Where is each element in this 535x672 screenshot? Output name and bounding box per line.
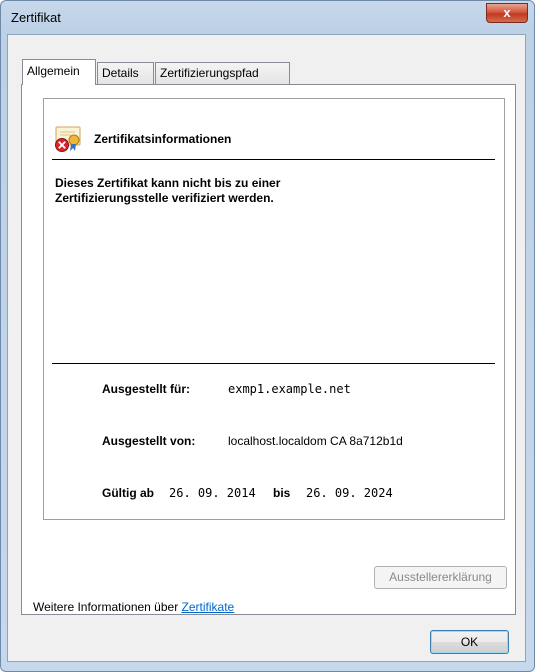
divider-bottom <box>52 363 495 364</box>
issued-by-label: Ausgestellt von: <box>102 434 196 448</box>
certificates-link[interactable]: Zertifikate <box>182 600 235 614</box>
tab-zertifizierungspfad[interactable]: Zertifizierungspfad <box>155 62 290 84</box>
certificate-info-box: Zertifikatsinformationen Dieses Zertifik… <box>43 98 505 520</box>
tab-details[interactable]: Details <box>97 62 154 84</box>
valid-from-value: 26. 09. 2014 <box>169 486 256 500</box>
valid-to-label: bis <box>273 486 291 500</box>
more-info-text: Weitere Informationen über Zertifikate <box>33 600 234 614</box>
issuer-statement-button[interactable]: Ausstellererklärung <box>374 566 507 589</box>
issued-by-value: localhost.localdom CA 8a712b1d <box>228 434 403 448</box>
issued-to-value: exmp1.example.net <box>228 382 351 396</box>
certificate-info-heading: Zertifikatsinformationen <box>94 132 232 146</box>
warning-text-line1: Dieses Zertifikat kann nicht bis zu eine… <box>55 176 281 190</box>
close-button[interactable]: x <box>486 3 528 23</box>
divider-top <box>52 159 495 160</box>
tab-allgemein[interactable]: Allgemein <box>22 59 96 85</box>
valid-to-value: 26. 09. 2024 <box>306 486 393 500</box>
more-info-label: Weitere Informationen über <box>33 600 182 614</box>
warning-text-line2: Zertifizierungsstelle verifiziert werden… <box>55 191 274 205</box>
dialog-body: Allgemein Details Zertifizierungspfad Ze… <box>7 34 526 662</box>
title-bar[interactable]: Zertifikat x <box>1 1 534 35</box>
issued-to-label: Ausgestellt für: <box>102 382 191 396</box>
ok-button[interactable]: OK <box>430 630 509 654</box>
certificate-error-icon <box>53 125 83 153</box>
valid-from-label: Gültig ab <box>102 486 154 500</box>
window-title: Zertifikat <box>11 10 61 25</box>
